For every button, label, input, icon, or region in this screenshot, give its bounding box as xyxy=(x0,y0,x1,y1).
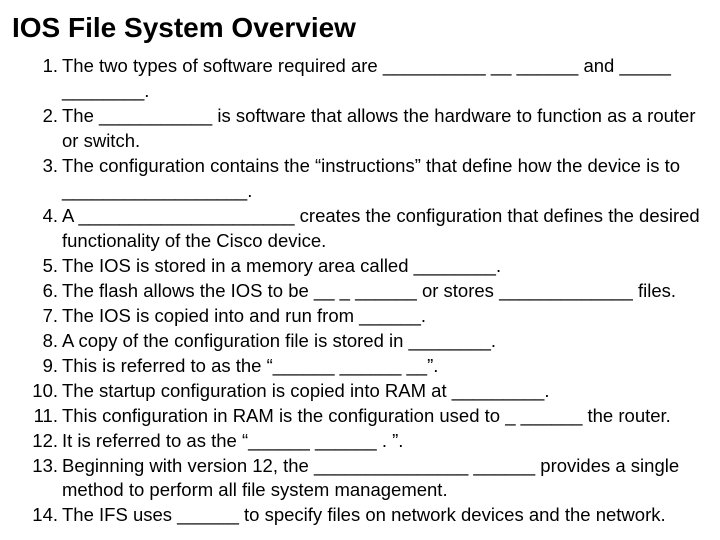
list-item: Beginning with version 12, the _________… xyxy=(62,454,700,504)
list-item: The IOS is stored in a memory area calle… xyxy=(62,254,700,279)
list-item: It is referred to as the “______ ______ … xyxy=(62,429,700,454)
list-item: A copy of the configuration file is stor… xyxy=(62,329,700,354)
list-item: The startup configuration is copied into… xyxy=(62,379,700,404)
page-title: IOS File System Overview xyxy=(8,12,700,44)
list-item: The IFS uses ______ to specify files on … xyxy=(62,503,700,528)
list-item: A _____________________ creates the conf… xyxy=(62,204,700,254)
list-item: This is referred to as the “______ _____… xyxy=(62,354,700,379)
question-list: The two types of software required are _… xyxy=(8,54,700,528)
list-item: The IOS is copied into and run from ____… xyxy=(62,304,700,329)
list-item: The two types of software required are _… xyxy=(62,54,700,104)
list-item: The configuration contains the “instruct… xyxy=(62,154,700,204)
list-item: This configuration in RAM is the configu… xyxy=(62,404,700,429)
list-item: The flash allows the IOS to be __ _ ____… xyxy=(62,279,700,304)
list-item: The ___________ is software that allows … xyxy=(62,104,700,154)
